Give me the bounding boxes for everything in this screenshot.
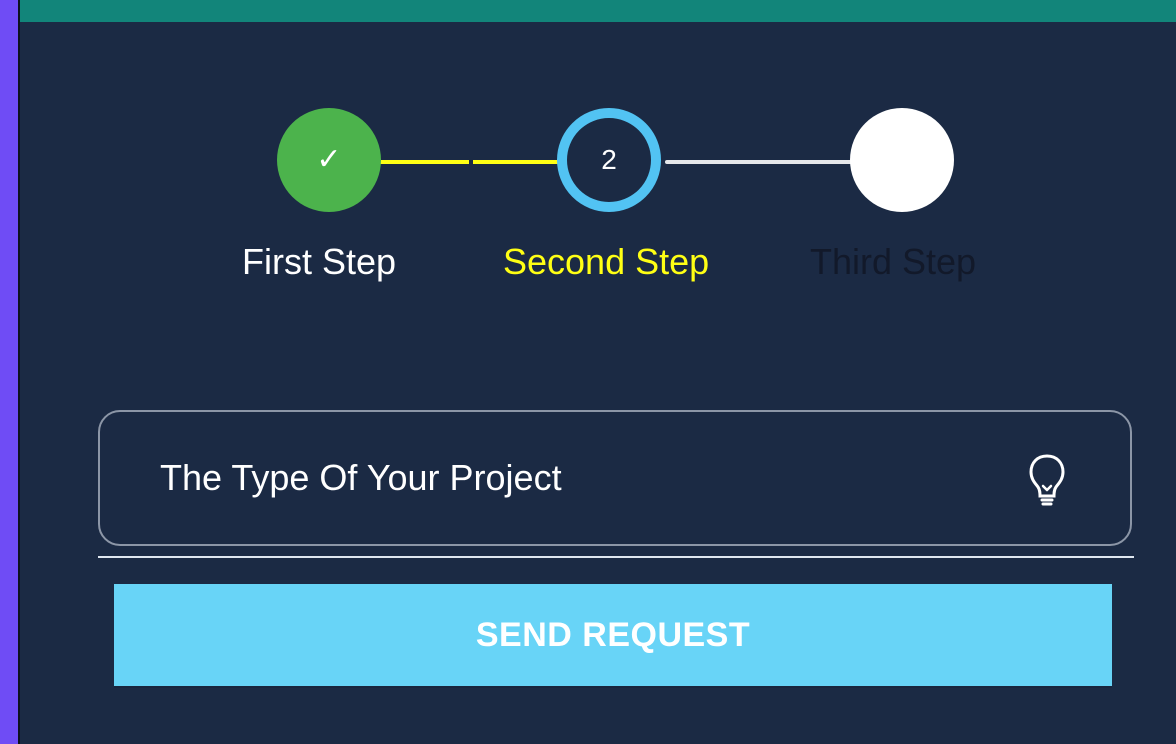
check-icon: ✓	[316, 143, 342, 176]
send-request-button[interactable]: SEND REQUEST	[114, 584, 1112, 686]
stepper: ✓ 2 First Step Second Step Third Step	[20, 22, 1176, 322]
step-connector-1-2	[375, 160, 575, 164]
step-2-number: 2	[601, 144, 617, 175]
top-bar	[20, 0, 1176, 22]
app-frame: ✓ 2 First Step Second Step Third Step Th…	[0, 0, 1176, 744]
step-connector-2-3	[665, 160, 855, 164]
project-type-field[interactable]: The Type Of Your Project	[98, 410, 1132, 546]
step-2-label: Second Step	[503, 241, 710, 282]
request-panel: ✓ 2 First Step Second Step Third Step Th…	[20, 22, 1176, 744]
step-1-label: First Step	[242, 241, 397, 282]
project-type-placeholder: The Type Of Your Project	[160, 457, 562, 498]
lightbulb-icon[interactable]	[1026, 452, 1068, 508]
step-3-indicator[interactable]	[850, 108, 954, 212]
left-edge	[0, 0, 20, 744]
field-underline	[98, 556, 1134, 558]
step-1-indicator[interactable]: ✓	[277, 108, 381, 212]
step-3-label: Third Step	[810, 241, 977, 282]
step-2-indicator[interactable]: 2	[557, 108, 661, 212]
